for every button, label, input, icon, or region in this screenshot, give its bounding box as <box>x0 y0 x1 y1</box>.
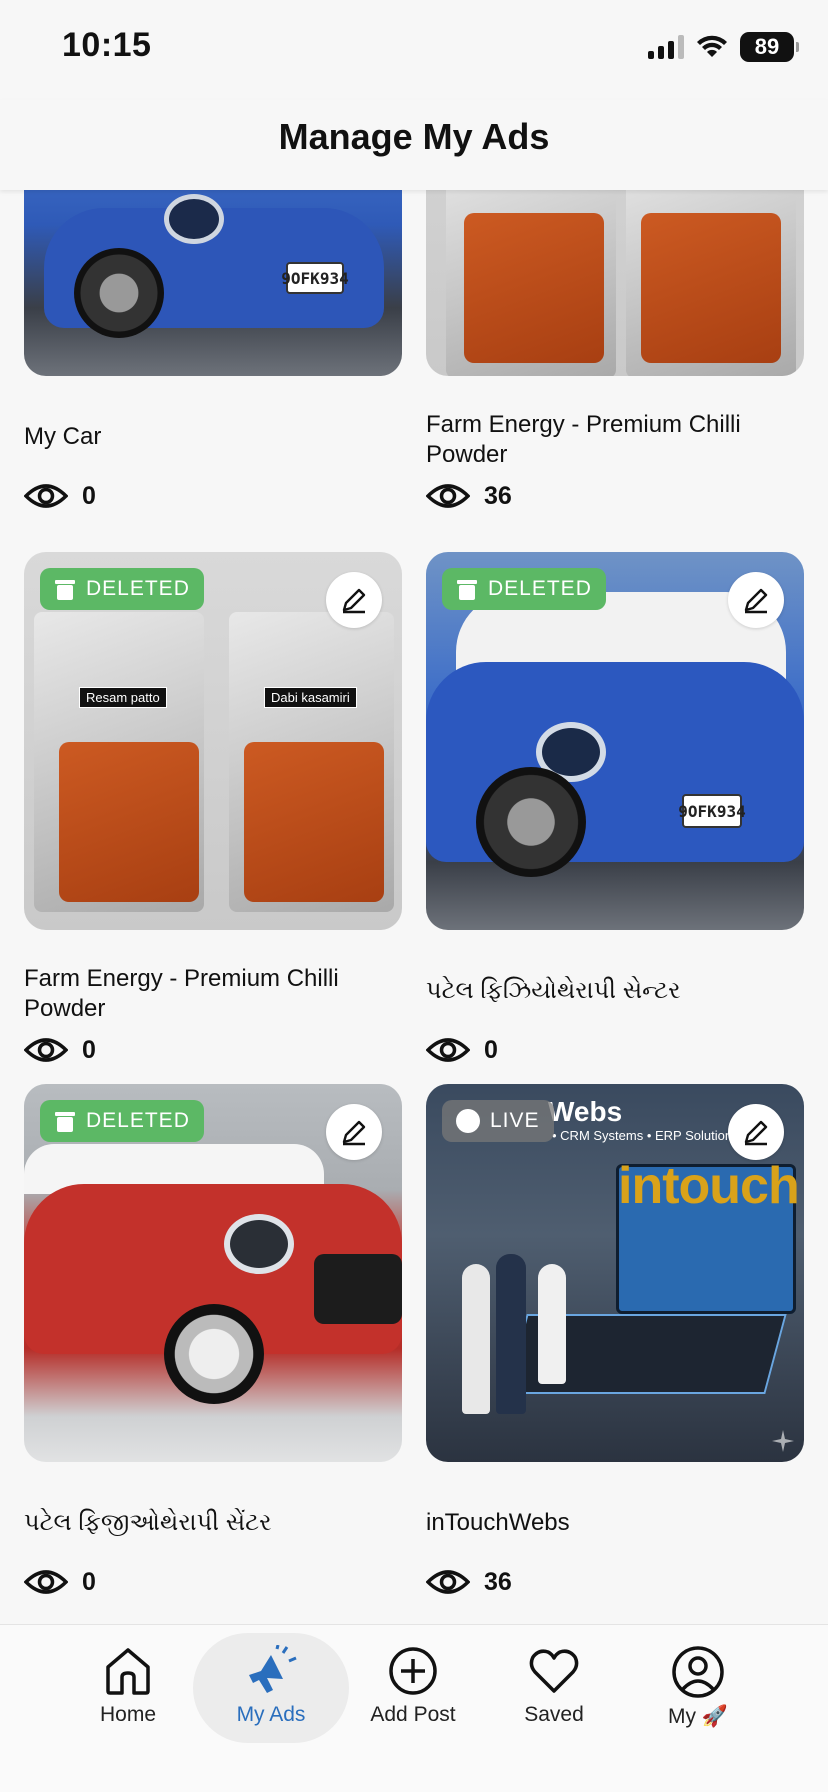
megaphone-icon <box>249 1645 297 1693</box>
status-badge-label: LIVE <box>490 1109 540 1132</box>
home-icon <box>106 1648 150 1695</box>
plus-circle-icon <box>389 1647 437 1695</box>
license-plate: 9OFK934 <box>678 794 746 828</box>
view-count-value: 0 <box>484 1035 498 1064</box>
ad-image[interactable]: 9OFK934 DELETED <box>426 552 804 930</box>
view-count: 0 <box>24 476 96 516</box>
eye-icon <box>426 1570 470 1594</box>
edit-button[interactable] <box>326 572 382 628</box>
wifi-icon <box>697 35 727 57</box>
ad-card[interactable]: Resam patto Dabi kasamiri DELETED Farm E… <box>24 552 402 1064</box>
view-count: 0 <box>24 1562 96 1602</box>
eye-icon <box>24 1570 68 1594</box>
edit-button[interactable] <box>728 1104 784 1160</box>
nav-my-profile[interactable]: My 🚀 <box>620 1633 776 1743</box>
nav-my-ads[interactable]: My Ads <box>193 1633 349 1743</box>
view-count: 36 <box>426 476 512 516</box>
header: Manage My Ads <box>0 100 828 190</box>
nav-label: My Ads <box>236 1703 306 1726</box>
bottom-nav: Home My Ads Add Post Saved My 🚀 <box>0 1624 828 1792</box>
ad-title: પટેલ ફિજીઓથેરાપી સેંટર <box>24 1509 272 1536</box>
ad-image[interactable]: 9OFK934 <box>24 190 402 376</box>
edit-button[interactable] <box>728 572 784 628</box>
ad-overlay-heading: Webs <box>548 1096 623 1127</box>
profile-icon <box>672 1646 724 1698</box>
view-count: 0 <box>426 1030 498 1070</box>
status-badge-deleted: DELETED <box>40 1100 204 1142</box>
nav-home[interactable]: Home <box>50 1633 206 1743</box>
view-count: 0 <box>24 1030 96 1070</box>
status-badge-label: DELETED <box>488 577 592 600</box>
ad-image[interactable]: Webs • CRM Systems • ERP Solutions intou… <box>426 1084 804 1462</box>
ad-card[interactable]: DELETED પટેલ ફિજીઓથેરાપી સેંટર 0 <box>24 1084 402 1596</box>
nav-label: My 🚀 <box>668 1705 728 1728</box>
eye-icon <box>24 484 68 508</box>
eye-icon <box>24 1038 68 1062</box>
status-badge-deleted: DELETED <box>40 568 204 610</box>
eye-icon <box>426 484 470 508</box>
battery-icon: 89 <box>740 32 799 62</box>
pencil-icon <box>342 1120 366 1146</box>
nav-saved[interactable]: Saved <box>476 1633 632 1743</box>
live-indicator-icon <box>456 1109 480 1133</box>
view-count-value: 0 <box>82 1567 96 1596</box>
brand-logo: intouch <box>618 1157 800 1215</box>
status-icons: 89 <box>648 32 799 62</box>
pencil-icon <box>342 588 366 614</box>
ad-title: પટેલ ફિઝિયોથેરાપી સેન્ટર <box>426 977 681 1004</box>
view-count-value: 0 <box>82 481 96 510</box>
nav-label: Saved <box>524 1703 584 1726</box>
view-count-value: 36 <box>484 481 512 510</box>
ad-image[interactable] <box>426 190 804 376</box>
nav-add-post[interactable]: Add Post <box>335 1633 491 1743</box>
ad-image[interactable]: Resam patto Dabi kasamiri DELETED <box>24 552 402 930</box>
ad-card[interactable]: 9OFK934 DELETED પટેલ ફિઝિયોથેરાપી સેન્ટર… <box>426 552 804 1064</box>
eye-icon <box>426 1038 470 1062</box>
ad-title: inTouchWebs <box>426 1509 570 1536</box>
trash-icon <box>55 580 75 600</box>
page-title: Manage My Ads <box>278 116 550 157</box>
trash-icon <box>55 1112 75 1132</box>
ad-card[interactable]: Farm Energy - Premium Chilli Powder 36 <box>426 190 804 510</box>
view-count-value: 0 <box>82 1035 96 1064</box>
pack-label: Resam patto <box>79 687 167 708</box>
ad-card[interactable]: 9OFK934 My Car 0 <box>24 190 402 510</box>
view-count-value: 36 <box>484 1567 512 1596</box>
ad-title: Farm Energy - Premium Chilli Powder <box>426 411 741 468</box>
trash-icon <box>457 580 477 600</box>
status-time: 10:15 <box>62 26 152 64</box>
nav-label: Add Post <box>370 1703 456 1726</box>
ad-image[interactable]: DELETED <box>24 1084 402 1462</box>
license-plate: 9OFK934 <box>281 262 349 294</box>
status-badge-label: DELETED <box>86 577 190 600</box>
heart-icon <box>529 1649 579 1693</box>
status-badge-live: LIVE <box>442 1100 554 1142</box>
pencil-icon <box>744 588 768 614</box>
ad-title: My Car <box>24 423 102 450</box>
nav-label: Home <box>99 1703 157 1726</box>
ads-grid: 9OFK934 My Car 0 Farm Energy - Premium C… <box>0 190 828 1624</box>
status-bar: 10:15 89 <box>0 0 828 100</box>
status-badge-deleted: DELETED <box>442 568 606 610</box>
ad-title: Farm Energy - Premium Chilli Powder <box>24 965 339 1022</box>
cellular-signal-icon <box>648 35 684 59</box>
ad-card[interactable]: Webs • CRM Systems • ERP Solutions intou… <box>426 1084 804 1596</box>
edit-button[interactable] <box>326 1104 382 1160</box>
pack-label: Dabi kasamiri <box>264 687 357 708</box>
status-badge-label: DELETED <box>86 1109 190 1132</box>
ad-overlay-tagline: • CRM Systems • ERP Solutions <box>552 1128 739 1143</box>
sparkle-icon <box>772 1430 794 1452</box>
view-count: 36 <box>426 1562 512 1602</box>
pencil-icon <box>744 1120 768 1146</box>
